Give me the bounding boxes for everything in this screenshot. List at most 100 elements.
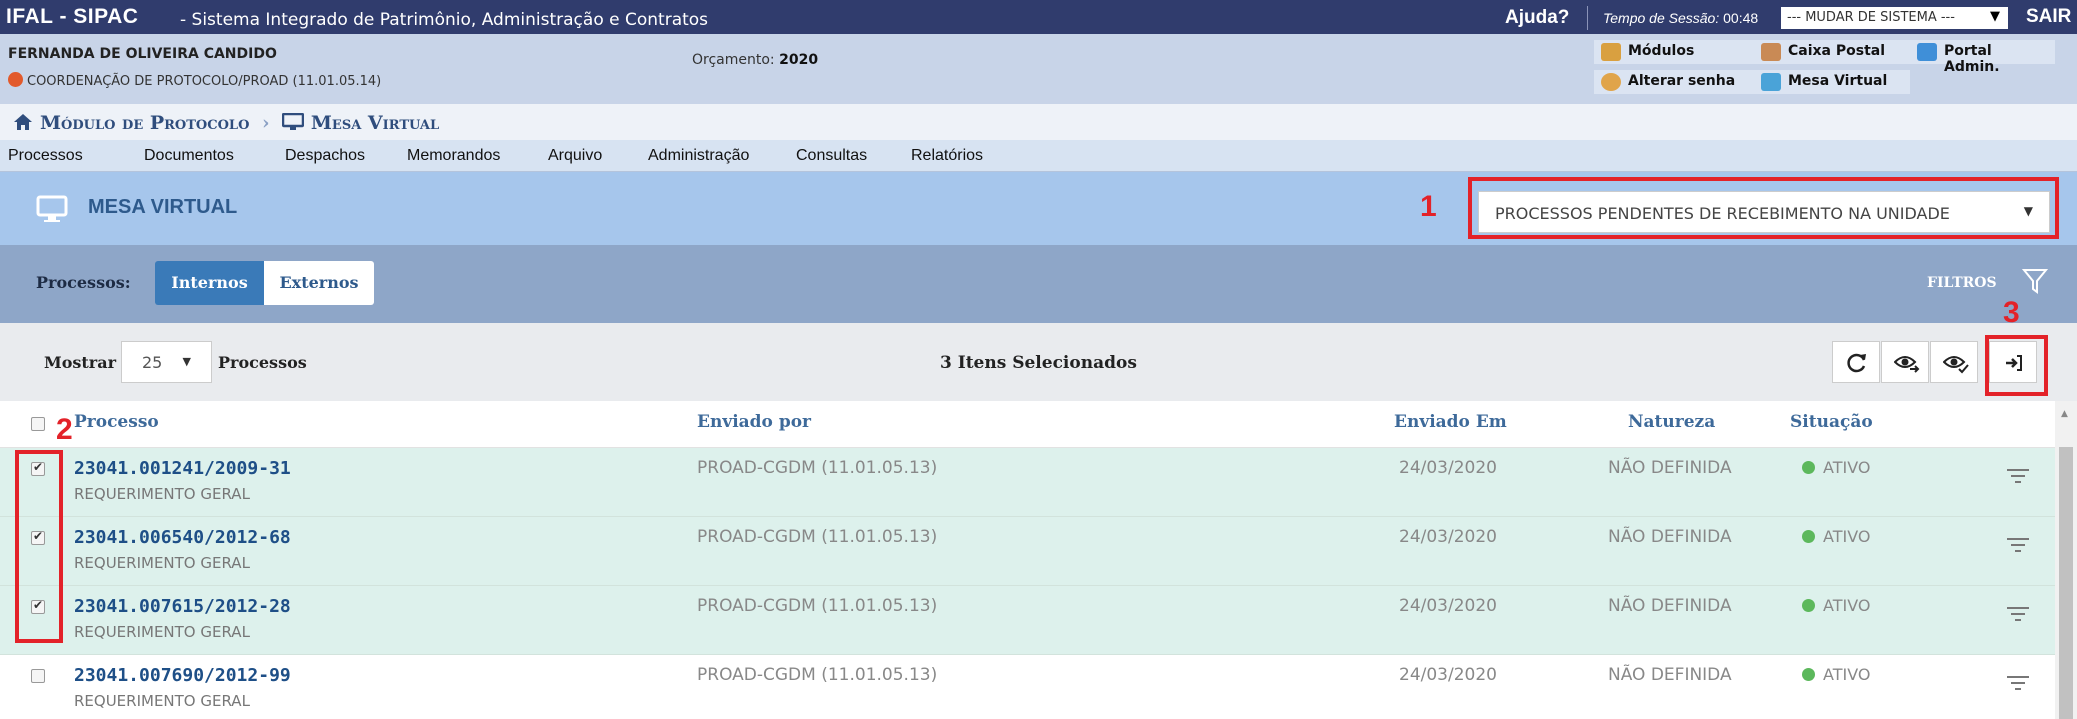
table-header: Processo Enviado por Enviado Em Natureza… (0, 401, 2055, 448)
filter-icon[interactable] (2022, 267, 2048, 295)
menu-item-arquivo[interactable]: Arquivo (548, 147, 602, 165)
user-info-bar: FERNANDA DE OLIVEIRA CANDIDO COORDENAÇÃO… (0, 34, 2077, 104)
table-scrollbar[interactable]: ▲ (2055, 401, 2077, 719)
sent-date: 24/03/2020 (1399, 665, 1497, 685)
main-menu: Processos Documentos Despachos Memorando… (0, 140, 2077, 172)
budget-info: Orçamento: 2020 (692, 52, 818, 68)
key-user-icon (1601, 73, 1621, 91)
session-time: 00:48 (1723, 10, 1759, 26)
show-label: Mostrar (44, 353, 117, 372)
home-icon[interactable] (12, 112, 34, 132)
menu-item-consultas[interactable]: Consultas (796, 147, 867, 165)
modules-icon (1601, 43, 1621, 61)
annotation-number-2: 2 (56, 413, 73, 446)
admin-portal-link[interactable]: Portal Admin. (1910, 40, 2055, 75)
row-checkbox[interactable] (31, 669, 45, 683)
row-menu-icon[interactable] (2005, 673, 2031, 693)
page-size-select[interactable]: 25 ▼ (121, 341, 212, 383)
view-forward-button[interactable] (1881, 341, 1929, 383)
nature: NÃO DEFINIDA (1608, 527, 1732, 547)
breadcrumb-separator: › (262, 112, 270, 134)
process-number[interactable]: 23041.006540/2012-68 (74, 527, 291, 548)
annotation-box-view-select (1468, 177, 2059, 239)
modules-link[interactable]: Módulos (1594, 40, 1754, 64)
row-menu-icon[interactable] (2005, 604, 2031, 624)
status-badge: ATIVO (1802, 458, 1870, 477)
status-text: ATIVO (1823, 527, 1871, 546)
mailbox-label: Caixa Postal (1788, 43, 1886, 59)
admin-portal-label: Portal Admin. (1944, 43, 2000, 75)
virtual-desk-icon (1761, 73, 1781, 91)
change-password-link[interactable]: Alterar senha (1594, 70, 1754, 94)
unit-change-icon (8, 72, 23, 87)
sender: PROAD-CGDM (11.01.05.13) (697, 527, 938, 547)
column-situacao[interactable]: Situação (1790, 412, 1873, 432)
page-title: MESA VIRTUAL (88, 196, 238, 218)
status-dot-icon (1802, 668, 1815, 681)
annotation-box-checkboxes (15, 450, 63, 643)
status-text: ATIVO (1823, 596, 1871, 615)
eye-forward-icon (1894, 356, 1920, 373)
items-label: Processos (218, 353, 307, 372)
page-size-value: 25 (142, 353, 163, 372)
mailbox-link[interactable]: Caixa Postal (1754, 40, 1910, 64)
breadcrumb-module[interactable]: Módulo de Protocolo (40, 112, 249, 134)
process-type: REQUERIMENTO GERAL (74, 485, 250, 503)
menu-item-relatorios[interactable]: Relatórios (911, 147, 983, 165)
virtual-desk-link[interactable]: Mesa Virtual (1754, 70, 1910, 94)
menu-item-documentos[interactable]: Documentos (144, 147, 234, 165)
column-enviado-em[interactable]: Enviado Em (1394, 412, 1507, 432)
filters-button[interactable]: FILTROS (1927, 275, 1997, 291)
table-row[interactable]: 23041.006540/2012-68 REQUERIMENTO GERAL … (0, 517, 2055, 586)
refresh-button[interactable] (1832, 341, 1880, 383)
session-timer: Tempo de Sessão: 00:48 (1603, 10, 1758, 26)
table-row[interactable]: 23041.007690/2012-99 REQUERIMENTO GERAL … (0, 655, 2055, 719)
sent-date: 24/03/2020 (1399, 458, 1497, 478)
help-link[interactable]: Ajuda? (1505, 7, 1569, 29)
column-processo[interactable]: Processo (74, 412, 159, 432)
scroll-up-icon[interactable]: ▲ (2061, 409, 2068, 419)
menu-item-processos[interactable]: Processos (8, 147, 83, 165)
table-row[interactable]: 23041.001241/2009-31 REQUERIMENTO GERAL … (0, 448, 2055, 517)
sender: PROAD-CGDM (11.01.05.13) (697, 458, 938, 478)
user-name: FERNANDA DE OLIVEIRA CANDIDO (8, 46, 277, 62)
column-natureza[interactable]: Natureza (1628, 412, 1715, 432)
annotation-number-1: 1 (1420, 190, 1437, 223)
top-bar: IFAL - SIPAC - Sistema Integrado de Patr… (0, 0, 2077, 34)
status-text: ATIVO (1823, 458, 1871, 477)
modules-label: Módulos (1628, 43, 1695, 59)
change-password-label: Alterar senha (1628, 73, 1736, 89)
chevron-down-icon: ▼ (1990, 9, 2000, 24)
status-dot-icon (1802, 599, 1815, 612)
menu-item-despachos[interactable]: Despachos (285, 147, 365, 165)
tab-externos[interactable]: Externos (264, 261, 374, 305)
menu-item-memorandos[interactable]: Memorandos (407, 147, 500, 165)
process-type-bar: Processos: Internos Externos FILTROS (0, 245, 2077, 323)
breadcrumb: Módulo de Protocolo › Mesa Virtual (0, 104, 2077, 140)
table-row[interactable]: 23041.007615/2012-28 REQUERIMENTO GERAL … (0, 586, 2055, 655)
process-number[interactable]: 23041.007690/2012-99 (74, 665, 291, 686)
budget-label: Orçamento: (692, 52, 775, 68)
process-type: REQUERIMENTO GERAL (74, 692, 250, 710)
process-number[interactable]: 23041.007615/2012-28 (74, 596, 291, 617)
tab-internos[interactable]: Internos (155, 261, 264, 305)
scrollbar-thumb[interactable] (2059, 447, 2073, 719)
row-menu-icon[interactable] (2005, 535, 2031, 555)
menu-item-administracao[interactable]: Administração (648, 147, 749, 165)
user-unit[interactable]: COORDENAÇÃO DE PROTOCOLO/PROAD (11.01.05… (8, 72, 381, 89)
logout-button[interactable]: SAIR (2026, 6, 2071, 28)
sender: PROAD-CGDM (11.01.05.13) (697, 596, 938, 616)
eye-check-icon (1943, 356, 1969, 374)
process-number[interactable]: 23041.001241/2009-31 (74, 458, 291, 479)
status-badge: ATIVO (1802, 596, 1870, 615)
switch-system-select[interactable]: --- MUDAR DE SISTEMA --- ▼ (1781, 7, 2008, 29)
view-check-button[interactable] (1930, 341, 1978, 383)
monitor-icon (36, 195, 68, 222)
row-menu-icon[interactable] (2005, 466, 2031, 486)
divider (1587, 6, 1588, 30)
list-toolbar: Mostrar 25 ▼ Processos 3 Itens Seleciona… (0, 323, 2077, 401)
sender: PROAD-CGDM (11.01.05.13) (697, 665, 938, 685)
status-text: ATIVO (1823, 665, 1871, 684)
select-all-checkbox[interactable] (31, 417, 45, 431)
column-enviado-por[interactable]: Enviado por (697, 412, 811, 432)
